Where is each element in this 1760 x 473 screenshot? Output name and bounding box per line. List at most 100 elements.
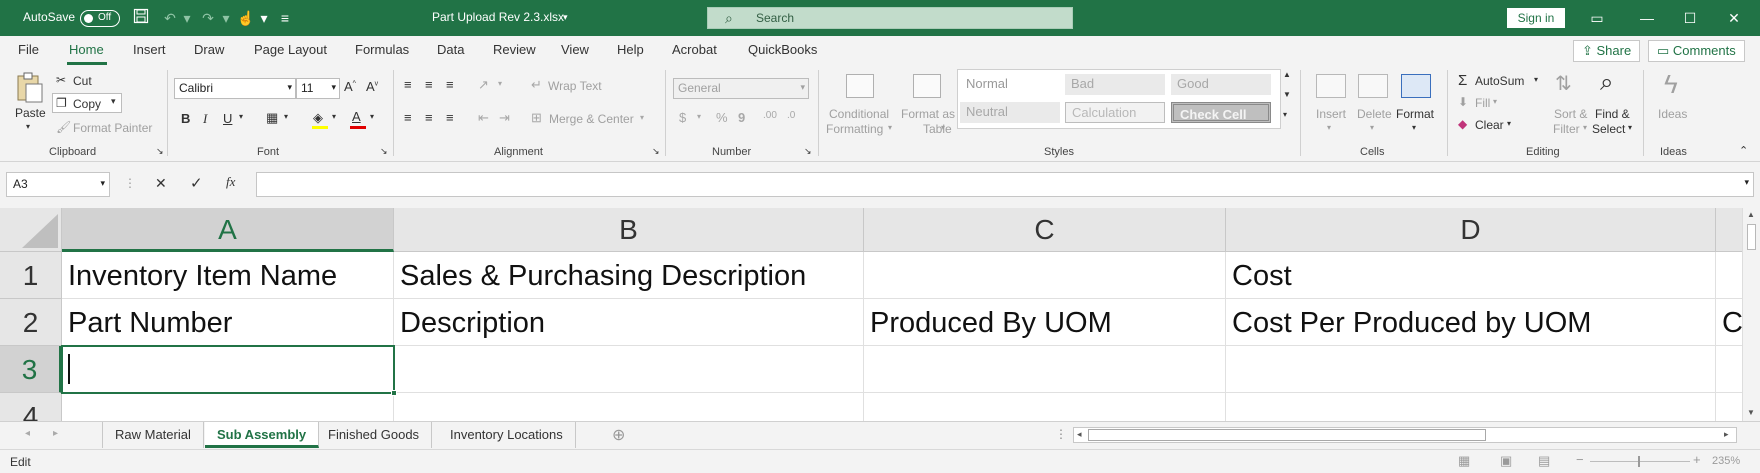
fill-label[interactable]: Fill xyxy=(1475,96,1490,110)
autosum-icon[interactable]: Σ xyxy=(1458,72,1467,89)
save-icon[interactable] xyxy=(131,8,151,28)
tab-review[interactable]: Review xyxy=(493,42,536,57)
cell-b4[interactable] xyxy=(394,393,864,421)
zoom-level[interactable]: 235% xyxy=(1712,455,1740,467)
scroll-down-icon[interactable]: ▼ xyxy=(1747,408,1755,417)
delete-cells-label[interactable]: Delete xyxy=(1357,107,1392,121)
row-header-2[interactable]: 2 xyxy=(0,299,62,346)
tab-split-grip-icon[interactable]: ⋮ xyxy=(1055,427,1067,441)
cancel-entry-icon[interactable]: ✕ xyxy=(155,175,167,192)
ideas-icon[interactable]: ϟ xyxy=(1664,69,1678,100)
horizontal-scrollbar[interactable]: ◂ ▸ xyxy=(1073,427,1737,443)
collapse-ribbon-icon[interactable]: ⌃ xyxy=(1739,144,1748,157)
sort-filter-icon[interactable]: ⇅ xyxy=(1555,71,1572,96)
align-left-icon[interactable]: ≡ xyxy=(404,110,412,125)
styles-more-icon[interactable]: ▾ xyxy=(1283,110,1287,119)
font-color-dropdown-icon[interactable]: ▾ xyxy=(370,112,374,121)
font-launcher-icon[interactable]: ↘ xyxy=(380,146,388,157)
sign-in-button[interactable]: Sign in xyxy=(1507,8,1565,28)
styles-scroll-up-icon[interactable]: ▲ xyxy=(1283,70,1291,79)
paste-dropdown-icon[interactable]: ▾ xyxy=(26,122,30,131)
style-bad[interactable]: Bad xyxy=(1065,74,1165,95)
bold-icon[interactable]: B xyxy=(181,111,190,126)
sheet-tab-raw-material[interactable]: Raw Material xyxy=(102,422,204,448)
sheet-tab-sub-assembly[interactable]: Sub Assembly xyxy=(205,422,320,448)
sort-filter-dropdown-icon[interactable]: ▾ xyxy=(1583,123,1587,132)
maximize-icon[interactable]: ☐ xyxy=(1678,7,1702,29)
cut-label[interactable]: Cut xyxy=(73,74,92,88)
cell-e3[interactable] xyxy=(1716,346,1742,393)
delete-dropdown-icon[interactable]: ▾ xyxy=(1370,123,1374,132)
column-header-c[interactable]: C xyxy=(864,208,1226,252)
customize-toolbar-icon[interactable]: ≡ xyxy=(275,8,295,28)
ribbon-display-icon[interactable]: ▭ xyxy=(1585,7,1609,29)
cell-c3[interactable] xyxy=(864,346,1226,393)
row-header-1[interactable]: 1 xyxy=(0,252,62,299)
find-select-line2[interactable]: Select xyxy=(1592,122,1625,136)
vertical-scrollbar[interactable]: ▲ ▼ xyxy=(1742,208,1760,421)
page-layout-view-icon[interactable]: ▣ xyxy=(1500,453,1512,469)
tab-insert[interactable]: Insert xyxy=(133,42,166,57)
accounting-format-icon[interactable]: $ xyxy=(679,110,686,125)
increase-indent-icon[interactable]: ⇥ xyxy=(499,110,510,126)
styles-scroll-down-icon[interactable]: ▼ xyxy=(1283,90,1291,99)
ideas-label[interactable]: Ideas xyxy=(1658,107,1687,121)
merge-center-icon[interactable]: ⊞ xyxy=(531,110,542,126)
format-as-table-line2[interactable]: Table xyxy=(923,122,952,136)
zoom-in-icon[interactable]: + xyxy=(1693,452,1701,467)
format-as-table-dropdown-icon[interactable]: ▾ xyxy=(941,123,945,132)
scroll-up-icon[interactable]: ▲ xyxy=(1747,210,1755,219)
cell-a1[interactable]: Inventory Item Name xyxy=(62,252,394,299)
zoom-out-icon[interactable]: − xyxy=(1576,452,1584,467)
sort-filter-line2[interactable]: Filter xyxy=(1553,122,1580,136)
tab-file[interactable]: File xyxy=(18,42,39,57)
undo-dropdown-icon[interactable]: ▾ xyxy=(177,8,197,28)
cell-d1[interactable]: Cost xyxy=(1226,252,1716,299)
find-select-dropdown-icon[interactable]: ▾ xyxy=(1628,123,1632,132)
clear-label[interactable]: Clear xyxy=(1475,118,1504,132)
tab-draw[interactable]: Draw xyxy=(194,42,224,57)
underline-icon[interactable]: U xyxy=(223,111,232,126)
column-header-e[interactable] xyxy=(1716,208,1742,252)
row-header-4[interactable]: 4 xyxy=(0,393,62,421)
fill-color-icon[interactable]: ◈ xyxy=(313,110,323,126)
tab-help[interactable]: Help xyxy=(617,42,644,57)
cell-a4[interactable] xyxy=(62,393,394,421)
align-center-icon[interactable]: ≡ xyxy=(425,110,433,125)
borders-dropdown-icon[interactable]: ▾ xyxy=(284,112,288,121)
insert-dropdown-icon[interactable]: ▾ xyxy=(1327,123,1331,132)
tab-quickbooks[interactable]: QuickBooks xyxy=(748,42,817,57)
insert-cells-label[interactable]: Insert xyxy=(1316,107,1346,121)
insert-cells-icon[interactable] xyxy=(1316,74,1346,98)
cell-c2[interactable]: Produced By UOM xyxy=(864,299,1226,346)
redo-dropdown-icon[interactable]: ▾ xyxy=(216,8,236,28)
cell-d2[interactable]: Cost Per Produced by UOM xyxy=(1226,299,1716,346)
autosum-label[interactable]: AutoSum xyxy=(1475,74,1524,88)
format-cells-label[interactable]: Format xyxy=(1396,107,1434,121)
number-launcher-icon[interactable]: ↘ xyxy=(804,146,812,157)
clipboard-launcher-icon[interactable]: ↘ xyxy=(156,146,164,157)
prev-sheet-icon[interactable]: ◂ xyxy=(25,428,30,439)
percent-icon[interactable]: % xyxy=(716,110,728,125)
decrease-decimal-icon[interactable]: .0 xyxy=(787,110,795,121)
align-right-icon[interactable]: ≡ xyxy=(446,110,454,125)
redo-icon[interactable]: ↷ xyxy=(198,8,218,28)
style-good[interactable]: Good xyxy=(1171,74,1271,95)
italic-icon[interactable]: I xyxy=(203,111,207,127)
cell-e2[interactable]: C xyxy=(1716,299,1742,346)
find-select-line1[interactable]: Find & xyxy=(1595,107,1630,121)
cell-d4[interactable] xyxy=(1226,393,1716,421)
find-select-icon[interactable]: ⌕ xyxy=(1600,69,1613,97)
tab-page-layout[interactable]: Page Layout xyxy=(254,42,327,57)
cell-e1[interactable] xyxy=(1716,252,1742,299)
format-painter-label[interactable]: Format Painter xyxy=(73,121,152,135)
scroll-right-icon[interactable]: ▸ xyxy=(1724,429,1729,440)
autosum-dropdown-icon[interactable]: ▾ xyxy=(1534,75,1538,84)
font-color-icon[interactable]: A xyxy=(352,109,361,124)
format-painter-icon[interactable]: 🖌 xyxy=(56,120,71,134)
touch-dropdown-icon[interactable]: ▾ xyxy=(254,8,274,28)
increase-font-icon[interactable]: A^ xyxy=(344,79,356,94)
style-neutral[interactable]: Neutral xyxy=(960,102,1060,123)
fill-dropdown-icon[interactable]: ▾ xyxy=(1493,97,1497,106)
merge-center-label[interactable]: Merge & Center xyxy=(549,112,634,126)
